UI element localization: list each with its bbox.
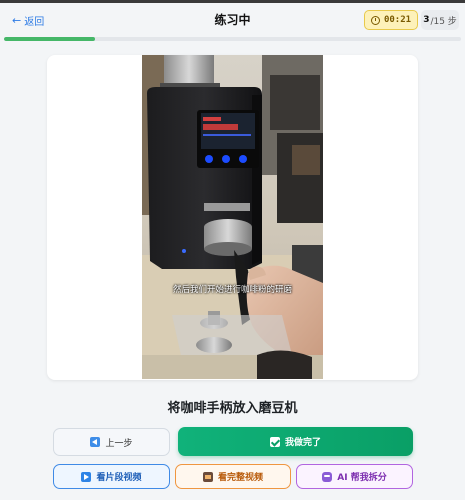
timer-badge: 00:21 [364, 10, 418, 30]
play-icon [81, 471, 92, 482]
video-subtitle: 然后我们开始进行咖啡粉的研磨 [172, 285, 292, 295]
arrow-left-icon [90, 437, 101, 447]
checkmark-icon [269, 436, 280, 447]
stopwatch-icon [370, 15, 380, 25]
ai-split-button[interactable]: AI 帮我拆分 [296, 464, 413, 489]
full-video-label: 看完整视频 [217, 473, 263, 483]
prev-step-button[interactable]: 上一步 [53, 428, 170, 456]
film-icon [202, 471, 213, 482]
step-current: 3 [423, 15, 430, 25]
segment-video-button[interactable]: 看片段视频 [53, 464, 170, 489]
done-label: 我做完了 [284, 438, 321, 448]
progress-bar [4, 37, 461, 41]
header-bar: ← 返回 练习中 00:21 3 /15 步 [0, 3, 465, 36]
timer-value: 00:21 [383, 15, 412, 25]
step-total: /15 步 [430, 16, 457, 27]
segment-video-label: 看片段视频 [96, 473, 142, 483]
ai-split-label: AI 帮我拆分 [337, 473, 387, 483]
step-counter: 3 /15 步 [421, 10, 459, 30]
full-video-button[interactable]: 看完整视频 [175, 464, 291, 489]
robot-icon [322, 471, 333, 482]
done-button[interactable]: 我做完了 [178, 427, 413, 456]
step-title: 将咖啡手柄放入磨豆机 [167, 401, 298, 416]
video-frame-image [142, 55, 323, 379]
prev-step-label: 上一步 [105, 438, 133, 449]
video-player[interactable]: 然后我们开始进行咖啡粉的研磨 [142, 55, 323, 379]
progress-fill [4, 37, 96, 41]
